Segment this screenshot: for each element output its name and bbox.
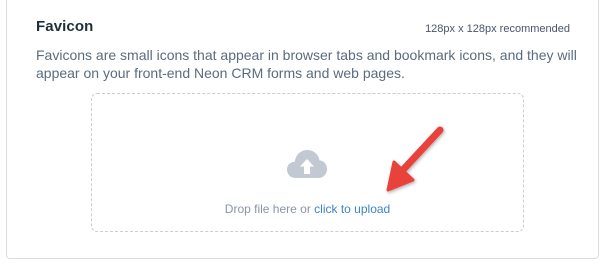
- favicon-title: Favicon: [36, 18, 94, 35]
- favicon-card: Favicon 128px x 128px recommended Favico…: [6, 0, 599, 259]
- red-arrow-icon: [386, 126, 444, 192]
- favicon-description: Favicons are small icons that appear in …: [36, 47, 577, 81]
- drop-prompt-text: Drop file here or: [224, 202, 311, 216]
- favicon-dropzone[interactable]: Drop file here or click to upload: [91, 93, 524, 232]
- drop-prompt: Drop file here or click to upload: [92, 202, 523, 216]
- click-to-upload-link[interactable]: click to upload: [314, 202, 390, 216]
- cloud-upload-icon: [287, 150, 327, 178]
- size-recommendation: 128px x 128px recommended: [425, 23, 570, 35]
